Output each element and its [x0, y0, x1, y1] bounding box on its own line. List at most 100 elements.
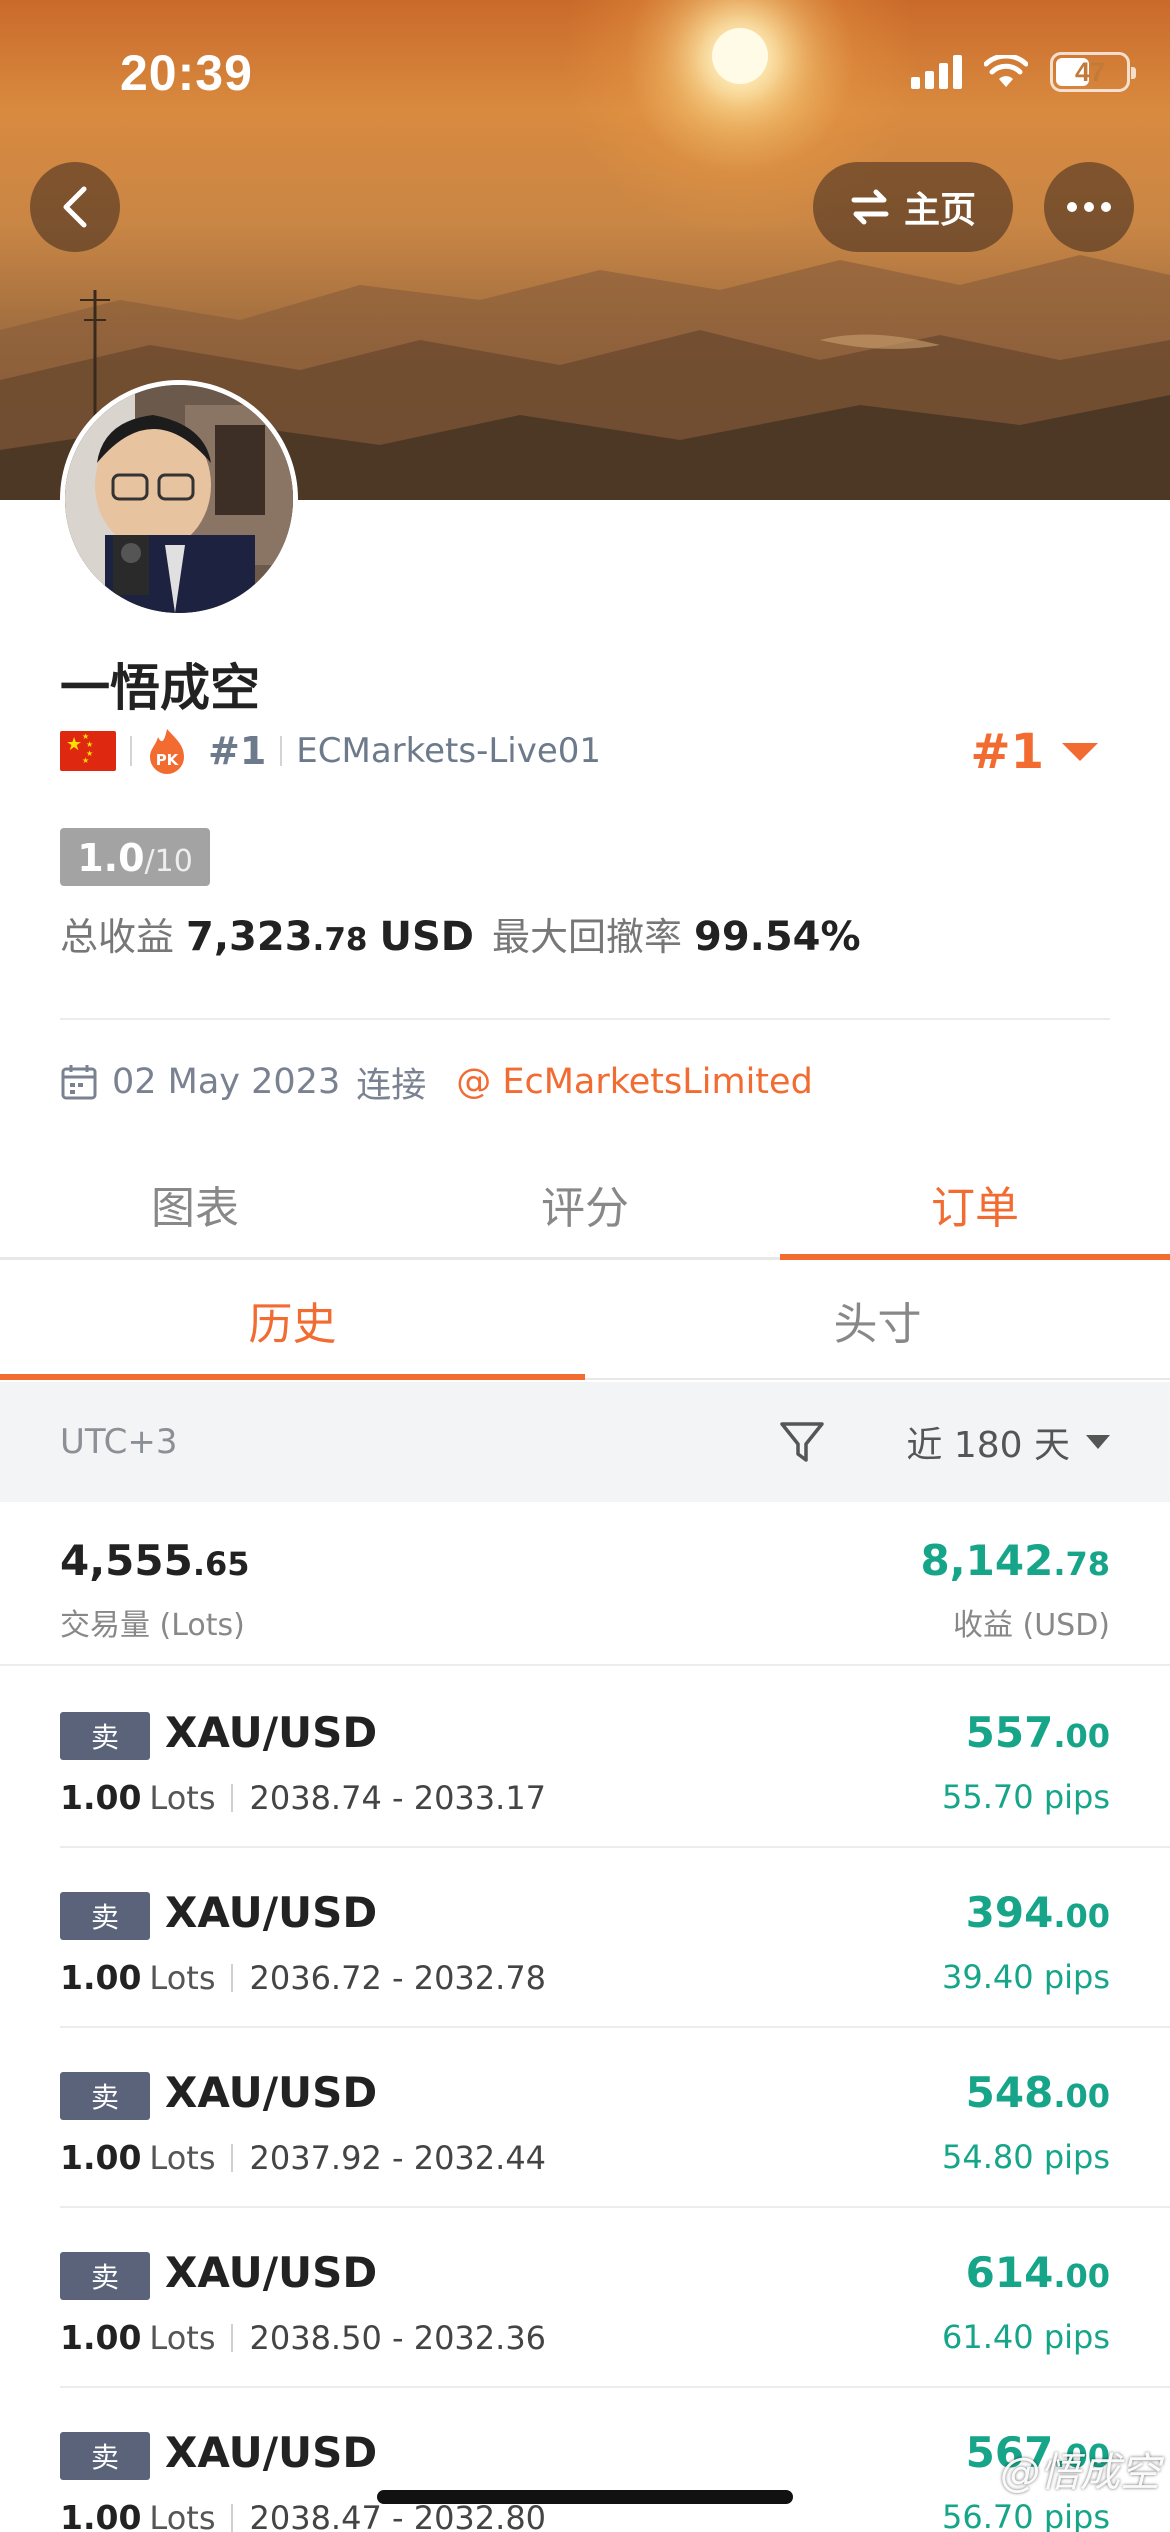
total-profit-unit: USD — [379, 914, 474, 960]
switch-home-button[interactable]: 主页 — [813, 162, 1013, 252]
order-row[interactable]: 卖 XAU/USD 1.00 Lots 2037.92 - 2032.44 54… — [60, 2028, 1170, 2208]
volume-value: 4,555.65 — [60, 1536, 250, 1585]
order-profit-dec: .00 — [1053, 1897, 1110, 1935]
broker-link[interactable]: @ EcMarketsLimited — [456, 1062, 813, 1102]
connect-label: 连接 — [356, 1065, 427, 1106]
tab-rating[interactable]: 评分 — [390, 1150, 780, 1257]
order-profit-int: 548 — [965, 2068, 1054, 2117]
order-prices: 2038.74 - 2033.17 — [249, 1778, 547, 1817]
chevron-left-icon — [63, 186, 87, 228]
order-symbol: XAU/USD — [165, 1888, 378, 1937]
order-profit-int: 614 — [965, 2248, 1054, 2297]
order-prices: 2037.92 - 2032.44 — [249, 2138, 547, 2177]
order-lots: 1.00 — [60, 1778, 142, 1817]
order-profit: 548.00 — [966, 2068, 1110, 2117]
avatar-photo — [65, 385, 293, 613]
sell-badge: 卖 — [60, 2432, 150, 2480]
order-details: 1.00 Lots 2038.74 - 2033.17 — [60, 1778, 546, 1817]
avatar[interactable] — [60, 380, 298, 618]
order-details: 1.00 Lots 2036.72 - 2032.78 — [60, 1958, 546, 1997]
divider — [231, 1783, 234, 1812]
order-lots-unit: Lots — [149, 2498, 216, 2532]
order-profit-dec: .00 — [1053, 1717, 1110, 1755]
order-pips: 55.70 pips — [942, 1778, 1110, 1816]
order-row[interactable]: 卖 XAU/USD 1.00 Lots 2038.74 - 2033.17 55… — [60, 1668, 1170, 1848]
order-pips: 56.70 pips — [942, 2498, 1110, 2532]
tab-chart[interactable]: 图表 — [0, 1150, 390, 1257]
divider — [231, 1963, 234, 1992]
date-range-dropdown[interactable]: 近 180 天 — [906, 1416, 1110, 1468]
tab-orders[interactable]: 订单 — [780, 1150, 1170, 1260]
sell-badge: 卖 — [60, 1892, 150, 1940]
order-profit-dec: .00 — [1053, 2077, 1110, 2115]
profit-value: 8,142.78 — [920, 1536, 1110, 1585]
sell-badge: 卖 — [60, 1712, 150, 1760]
battery-level: 47 — [1074, 56, 1106, 87]
drawdown-label: 最大回撤率 — [491, 915, 682, 959]
subtab-history[interactable]: 历史 — [0, 1262, 585, 1380]
divider — [130, 736, 132, 766]
order-pips: 39.40 pips — [942, 1958, 1110, 1996]
more-icon — [1067, 202, 1111, 212]
pk-flame-icon: PK — [150, 729, 184, 774]
volume-label: 交易量 (Lots) — [60, 1608, 245, 1643]
order-symbol: XAU/USD — [165, 2068, 378, 2117]
filter-icon[interactable] — [778, 1418, 826, 1466]
order-list: 卖 XAU/USD 1.00 Lots 2038.74 - 2033.17 55… — [0, 1668, 1170, 2532]
status-time: 20:39 — [120, 45, 253, 101]
stats-line: 总收益 7,323 .78 USD 最大回撤率 99.54% — [60, 906, 861, 961]
profit-label: 收益 (USD) — [952, 1608, 1110, 1643]
date-range-label: 近 180 天 — [906, 1425, 1070, 1466]
order-details: 1.00 Lots 2038.50 - 2032.36 — [60, 2318, 546, 2357]
order-lots: 1.00 — [60, 2498, 142, 2532]
score-value: 1.0 — [77, 836, 145, 880]
watermark: @悟成空 — [1000, 2450, 1160, 2496]
rank-dropdown[interactable]: #1 — [970, 724, 1098, 780]
main-tabs: 图表 评分 订单 — [0, 1150, 1170, 1260]
order-profit: 557.00 — [966, 1708, 1110, 1757]
wifi-icon — [984, 55, 1028, 87]
total-profit-label: 总收益 — [60, 915, 175, 959]
order-lots-unit: Lots — [149, 2318, 216, 2357]
server-name: ECMarkets-Live01 — [296, 731, 602, 771]
battery-icon: 47 — [1050, 52, 1136, 92]
order-details: 1.00 Lots 2037.92 - 2032.44 — [60, 2138, 546, 2177]
connect-row: 02 May 2023 连接 @ EcMarketsLimited — [60, 1056, 813, 1108]
order-pips: 54.80 pips — [942, 2138, 1110, 2176]
home-indicator — [377, 2490, 793, 2504]
order-row[interactable]: 卖 XAU/USD 1.00 Lots 2036.72 - 2032.78 39… — [60, 1848, 1170, 2028]
order-lots: 1.00 — [60, 1958, 142, 1997]
total-profit-dec: .78 — [312, 922, 368, 958]
order-prices: 2038.50 - 2032.36 — [249, 2318, 547, 2357]
order-symbol: XAU/USD — [165, 1708, 378, 1757]
status-icons: 47 — [911, 52, 1136, 92]
order-profit-int: 394 — [965, 1888, 1054, 1937]
pk-rank: #1 — [208, 729, 267, 773]
volume-dec: .65 — [192, 1545, 250, 1583]
signal-icon — [911, 55, 962, 89]
caret-down-icon — [1062, 743, 1098, 761]
rank-value: #1 — [970, 724, 1044, 780]
order-symbol: XAU/USD — [165, 2428, 378, 2477]
order-profit-dec: .00 — [1053, 2257, 1110, 2295]
profit-int: 8,142 — [920, 1536, 1054, 1585]
history-summary: 4,555.65 交易量 (Lots) 8,142.78 收益 (USD) — [0, 1502, 1170, 1666]
filter-bar: UTC+3 近 180 天 — [0, 1382, 1170, 1502]
order-subtabs: 历史 头寸 — [0, 1262, 1170, 1380]
profile-meta-row: ★ ★ ★ ★ ★ PK #1 ECMarkets-Live01 — [60, 726, 601, 776]
swap-icon — [851, 189, 889, 225]
subtab-positions[interactable]: 头寸 — [585, 1262, 1170, 1378]
order-lots: 1.00 — [60, 2318, 142, 2357]
more-button[interactable] — [1044, 162, 1134, 252]
china-flag-icon: ★ ★ ★ ★ ★ — [60, 731, 116, 771]
back-button[interactable] — [30, 162, 120, 252]
divider — [60, 1018, 1110, 1020]
order-symbol: XAU/USD — [165, 2248, 378, 2297]
calendar-icon — [61, 1065, 97, 1100]
order-lots: 1.00 — [60, 2138, 142, 2177]
timezone-label: UTC+3 — [60, 1422, 178, 1462]
user-name: 一悟成空 — [60, 659, 260, 717]
order-profit: 614.00 — [966, 2248, 1110, 2297]
order-profit: 394.00 — [966, 1888, 1110, 1937]
order-row[interactable]: 卖 XAU/USD 1.00 Lots 2038.50 - 2032.36 61… — [60, 2208, 1170, 2388]
